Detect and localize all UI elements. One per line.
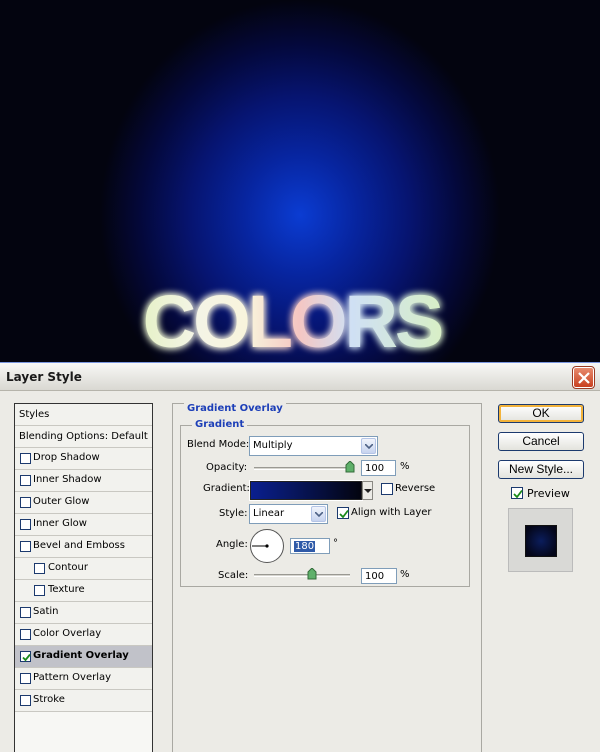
style-item-styles[interactable]: Styles: [15, 404, 152, 426]
dialog-title: Layer Style: [6, 370, 82, 384]
align-with-layer-checkbox[interactable]: [337, 507, 349, 519]
style-item-contour[interactable]: Contour: [15, 558, 152, 580]
colors-headline-art: COLORS: [143, 280, 445, 362]
style-checkbox[interactable]: [20, 629, 31, 640]
style-item-bevel-and-emboss[interactable]: Bevel and Emboss: [15, 536, 152, 558]
preview-label: Preview: [527, 487, 570, 500]
style-checkbox[interactable]: [20, 607, 31, 618]
new-style-button[interactable]: New Style...: [498, 460, 584, 479]
reverse-checkbox[interactable]: [381, 483, 393, 495]
opacity-slider-thumb[interactable]: [345, 461, 355, 473]
angle-label: Angle:: [216, 539, 248, 550]
colors-headline: COLORS: [143, 280, 442, 362]
scale-slider-thumb[interactable]: [307, 568, 317, 580]
style-checkbox[interactable]: [20, 651, 31, 662]
blend-mode-value: Multiply: [253, 440, 293, 451]
style-item-label: Gradient Overlay: [33, 650, 129, 661]
style-item-label: Blending Options: Default: [19, 431, 148, 442]
style-checkbox[interactable]: [20, 475, 31, 486]
preview-checkbox[interactable]: [511, 487, 523, 499]
style-checkbox[interactable]: [20, 497, 31, 508]
style-item-blending-options-default[interactable]: Blending Options: Default: [15, 426, 152, 448]
style-item-label: Stroke: [33, 694, 65, 705]
close-icon: [578, 372, 590, 384]
style-checkbox[interactable]: [20, 541, 31, 552]
opacity-label: Opacity:: [206, 462, 248, 473]
scale-slider[interactable]: [254, 574, 350, 577]
chevron-down-icon: [315, 512, 323, 517]
style-item-texture[interactable]: Texture: [15, 580, 152, 602]
style-item-satin[interactable]: Satin: [15, 602, 152, 624]
style-item-drop-shadow[interactable]: Drop Shadow: [15, 448, 152, 470]
cancel-button[interactable]: Cancel: [498, 432, 584, 451]
reverse-label: Reverse: [395, 483, 436, 494]
style-checkbox[interactable]: [20, 453, 31, 464]
preview-swatch: [525, 525, 557, 557]
blend-mode-label: Blend Mode:: [187, 439, 250, 450]
scale-unit: %: [400, 569, 410, 580]
style-item-label: Inner Glow: [33, 518, 87, 529]
checkmark-icon: [22, 653, 31, 662]
style-item-outer-glow[interactable]: Outer Glow: [15, 492, 152, 514]
checkmark-icon: [339, 509, 349, 519]
style-item-pattern-overlay[interactable]: Pattern Overlay: [15, 668, 152, 690]
style-checkbox[interactable]: [20, 519, 31, 530]
close-button[interactable]: [572, 366, 595, 389]
style-item-inner-glow[interactable]: Inner Glow: [15, 514, 152, 536]
style-item-label: Inner Shadow: [33, 474, 102, 485]
opacity-slider[interactable]: [254, 467, 354, 470]
angle-unit: °: [333, 538, 338, 549]
ok-button[interactable]: OK: [498, 404, 584, 423]
style-item-label: Styles: [19, 409, 50, 420]
style-item-label: Texture: [48, 584, 85, 595]
gradient-picker[interactable]: [249, 480, 363, 501]
chevron-down-icon: [365, 444, 373, 449]
style-checkbox[interactable]: [20, 695, 31, 706]
style-checkbox[interactable]: [34, 585, 45, 596]
style-item-inner-shadow[interactable]: Inner Shadow: [15, 470, 152, 492]
preview-thumbnail: [508, 508, 573, 572]
style-item-stroke[interactable]: Stroke: [15, 690, 152, 712]
style-item-color-overlay[interactable]: Color Overlay: [15, 624, 152, 646]
gradient-label: Gradient:: [203, 483, 250, 494]
angle-dial[interactable]: [249, 528, 285, 564]
style-item-label: Drop Shadow: [33, 452, 100, 463]
styles-list: Styles Blending Options: Default Drop Shad…: [14, 403, 153, 752]
angle-value: 180: [294, 541, 316, 552]
scale-input[interactable]: 100: [361, 568, 397, 584]
style-item-label: Satin: [33, 606, 59, 617]
style-item-gradient-overlay[interactable]: Gradient Overlay: [15, 646, 152, 668]
align-with-layer-label: Align with Layer: [351, 507, 432, 518]
style-item-label: Contour: [48, 562, 88, 573]
style-value: Linear: [253, 508, 285, 519]
style-item-label: Outer Glow: [33, 496, 90, 507]
angle-input[interactable]: 180: [290, 538, 330, 554]
subgroup-title: Gradient: [192, 419, 248, 430]
gradient-dropdown[interactable]: [362, 481, 373, 500]
scale-label: Scale:: [218, 570, 249, 581]
dropdown-arrow: [311, 506, 326, 522]
style-select[interactable]: Linear: [249, 504, 328, 524]
opacity-input[interactable]: 100: [361, 460, 396, 476]
style-checkbox[interactable]: [34, 563, 45, 574]
style-checkbox[interactable]: [20, 673, 31, 684]
layer-style-dialog: Layer Style Styles Blending Options: Defa…: [0, 362, 600, 752]
style-item-label: Color Overlay: [33, 628, 102, 639]
triangle-down-icon: [364, 489, 372, 493]
opacity-unit: %: [400, 461, 410, 472]
checkmark-icon: [513, 489, 523, 499]
document-canvas: COLORS: [0, 0, 600, 362]
style-item-label: Bevel and Emboss: [33, 540, 125, 551]
dialog-titlebar[interactable]: Layer Style: [0, 363, 600, 391]
style-item-label: Pattern Overlay: [33, 672, 112, 683]
group-title: Gradient Overlay: [184, 403, 286, 414]
style-label: Style:: [219, 508, 248, 519]
dropdown-arrow: [361, 438, 376, 454]
blend-mode-select[interactable]: Multiply: [249, 436, 378, 456]
